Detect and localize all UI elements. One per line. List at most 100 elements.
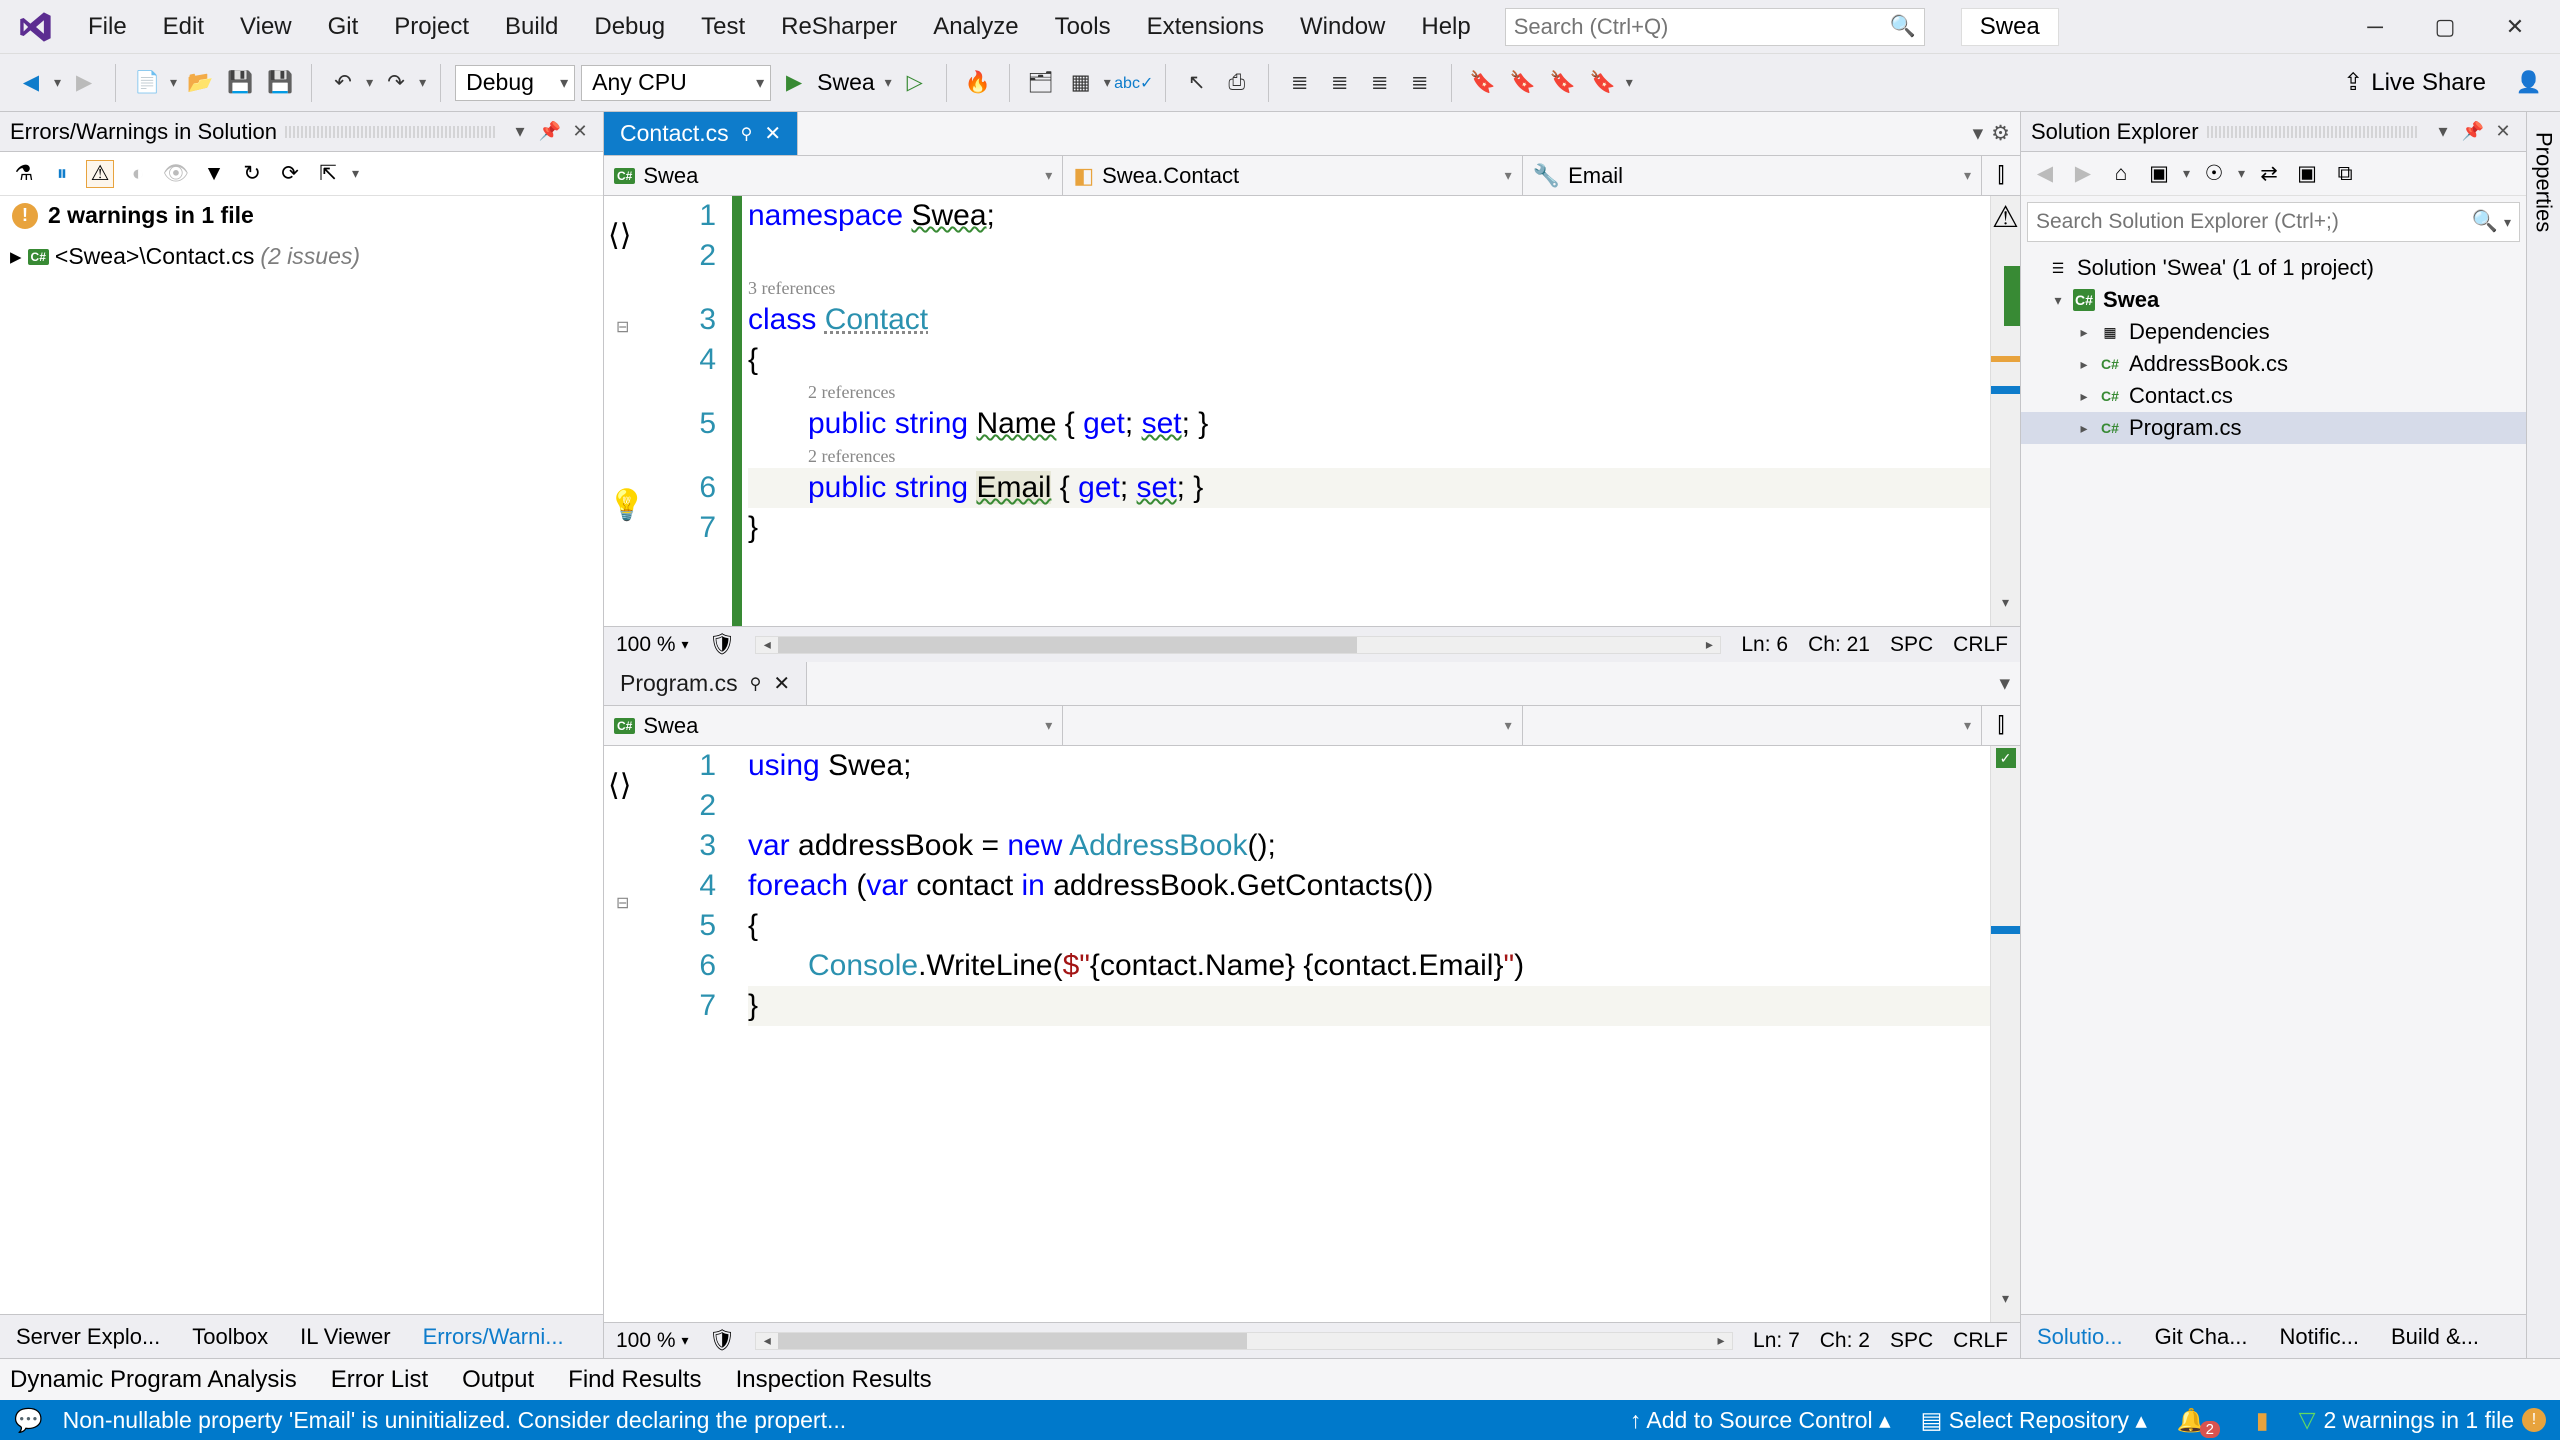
export-icon[interactable]: ⇱ [314, 160, 342, 188]
search-input[interactable] [1514, 14, 1890, 40]
dropdown-icon[interactable]: ▾ [2430, 119, 2456, 145]
tab-solution-explorer[interactable]: Solutio... [2021, 1315, 2139, 1358]
nav-back-button[interactable]: ◀ [14, 66, 48, 100]
chevron-down-icon[interactable]: ▾ [1104, 74, 1111, 91]
hot-reload-button[interactable]: 🔥 [961, 66, 995, 100]
tab-output[interactable]: Output [462, 1366, 534, 1394]
editor1[interactable]: ⟨⟩ 💡 ⊟ 12 34 5 67 namespace Swea; 3 refe… [604, 196, 2020, 626]
start-without-debug-button[interactable]: ▷ [898, 66, 932, 100]
solution-node[interactable]: ☰Solution 'Swea' (1 of 1 project) [2021, 252, 2526, 284]
undo-button[interactable]: ↶ [326, 66, 360, 100]
config-dropdown[interactable]: Debug [455, 65, 575, 101]
home-icon[interactable]: ⌂ [2107, 160, 2135, 188]
health-icon[interactable]: 🛡 [709, 1329, 736, 1353]
sync-icon[interactable]: ⟳ [276, 160, 304, 188]
tab-git-changes[interactable]: Git Cha... [2139, 1315, 2264, 1358]
abc-button[interactable]: abc✓ [1117, 66, 1151, 100]
flask-icon[interactable]: ⚗ [10, 160, 38, 188]
file-node-selected[interactable]: ▸C#Program.cs [2021, 412, 2526, 444]
tab-dpa[interactable]: Dynamic Program Analysis [10, 1366, 297, 1394]
menu-debug[interactable]: Debug [576, 9, 683, 45]
chevron-down-icon[interactable]: ▾ [366, 74, 373, 91]
browse-button[interactable]: 🗂 [1024, 66, 1058, 100]
health-icon[interactable]: 🛡 [709, 633, 736, 657]
open-file-button[interactable]: 📂 [183, 66, 217, 100]
close-button[interactable]: ✕ [2480, 5, 2550, 49]
split-button[interactable]: ⫿ [1982, 156, 2020, 195]
solution-search-input[interactable] [2036, 210, 2472, 234]
outdent-button[interactable]: ≣ [1283, 66, 1317, 100]
toolbar-button[interactable]: ▦ [1064, 66, 1098, 100]
tab-toolbox[interactable]: Toolbox [176, 1315, 284, 1358]
indent-button[interactable]: ≣ [1323, 66, 1357, 100]
refresh-icon[interactable]: ↻ [238, 160, 266, 188]
pin-icon[interactable]: ⚲ [750, 674, 762, 694]
menu-help[interactable]: Help [1403, 9, 1488, 45]
platform-dropdown[interactable]: Any CPU [581, 65, 771, 101]
maximize-button[interactable]: ▢ [2410, 5, 2480, 49]
solution-button[interactable]: Swea [1961, 8, 2059, 46]
save-all-button[interactable]: 💾 [263, 66, 297, 100]
tasks-icon[interactable]: ▮ [2256, 1407, 2269, 1434]
menu-view[interactable]: View [222, 9, 310, 45]
new-item-button[interactable]: 📄 [130, 66, 164, 100]
menu-extensions[interactable]: Extensions [1129, 9, 1282, 45]
menu-file[interactable]: File [70, 9, 145, 45]
menu-project[interactable]: Project [376, 9, 487, 45]
tab-il-viewer[interactable]: IL Viewer [284, 1315, 407, 1358]
collapse-icon[interactable]: ▣ [2293, 160, 2321, 188]
sync-icon[interactable]: ⇄ [2255, 160, 2283, 188]
eye-icon[interactable]: 👁 [162, 160, 190, 188]
chevron-down-icon[interactable]: ▾ [1626, 74, 1633, 91]
menu-resharper[interactable]: ReSharper [763, 9, 915, 45]
show-all-icon[interactable]: ⧉ [2331, 160, 2359, 188]
gear-icon[interactable]: ⚙ [1991, 121, 2010, 146]
bookmark-next-button[interactable]: 🔖 [1546, 66, 1580, 100]
feedback-icon[interactable]: 💬 [14, 1407, 43, 1434]
live-share-button[interactable]: ⇪ Live Share [2343, 68, 2486, 97]
uncomment-button[interactable]: ≣ [1403, 66, 1437, 100]
editor2[interactable]: ⟨⟩ ⊟ 1234567 using Swea; var addressBook… [604, 746, 2020, 1322]
cursor-icon[interactable]: ↖ [1180, 66, 1214, 100]
save-button[interactable]: 💾 [223, 66, 257, 100]
file-node[interactable]: ▸C#AddressBook.cs [2021, 348, 2526, 380]
close-icon[interactable]: ✕ [764, 121, 781, 146]
pin-icon[interactable]: ⚲ [741, 124, 753, 144]
pin-icon[interactable]: 📌 [537, 119, 563, 145]
warnings-button[interactable]: ▽2 warnings in 1 file! [2299, 1407, 2546, 1434]
tab-find-results[interactable]: Find Results [568, 1366, 701, 1394]
pin-icon[interactable]: 📌 [2460, 119, 2486, 145]
editor2-hscroll[interactable]: ◂▸ [755, 1332, 1733, 1350]
tab-build[interactable]: Build &... [2375, 1315, 2495, 1358]
forward-icon[interactable]: ▶ [2069, 160, 2097, 188]
menu-window[interactable]: Window [1282, 9, 1403, 45]
editor2-scrollbar[interactable]: ✓ ▾ [1990, 746, 2020, 1322]
chevron-down-icon[interactable]: ▾ [170, 74, 177, 91]
tab-contact-cs[interactable]: Contact.cs ⚲ ✕ [604, 112, 798, 155]
menu-edit[interactable]: Edit [145, 9, 222, 45]
project-node[interactable]: ▾C#Swea [2021, 284, 2526, 316]
zoom-dropdown[interactable]: 100 %▾ [616, 1329, 689, 1353]
switch-view-icon[interactable]: ▣ [2145, 160, 2173, 188]
code[interactable]: namespace Swea; 3 references class Conta… [742, 196, 1990, 626]
hint-icon[interactable]: ◐ [124, 160, 152, 188]
repository-button[interactable]: ▤ Select Repository ▴ [1921, 1407, 2147, 1434]
chevron-down-icon[interactable]: ▾ [419, 74, 426, 91]
pause-icon[interactable]: ⏸ [48, 160, 76, 188]
errors-panel-header[interactable]: Errors/Warnings in Solution ▾ 📌 ✕ [0, 112, 603, 152]
zoom-dropdown[interactable]: 100 %▾ [616, 633, 689, 657]
file-node[interactable]: ▸C#Contact.cs [2021, 380, 2526, 412]
tab-program-cs[interactable]: Program.cs ⚲ ✕ [604, 662, 807, 705]
run-target-label[interactable]: Swea [817, 69, 875, 96]
split-button[interactable]: ⫿ [1982, 706, 2020, 745]
tab-errors-warnings[interactable]: Errors/Warni... [407, 1315, 580, 1358]
filter-icon[interactable]: ☉ [2200, 160, 2228, 188]
menu-test[interactable]: Test [683, 9, 763, 45]
close-icon[interactable]: ✕ [2490, 119, 2516, 145]
menu-analyze[interactable]: Analyze [915, 9, 1036, 45]
source-control-button[interactable]: ↑ Add to Source Control ▴ [1630, 1407, 1891, 1434]
overflow-icon[interactable]: ▾ [1999, 671, 2010, 696]
editor1-scrollbar[interactable]: ⚠ ▾ [1990, 196, 2020, 626]
start-debug-button[interactable]: ▶ [777, 66, 811, 100]
step-icon[interactable]: ⎙ [1220, 66, 1254, 100]
